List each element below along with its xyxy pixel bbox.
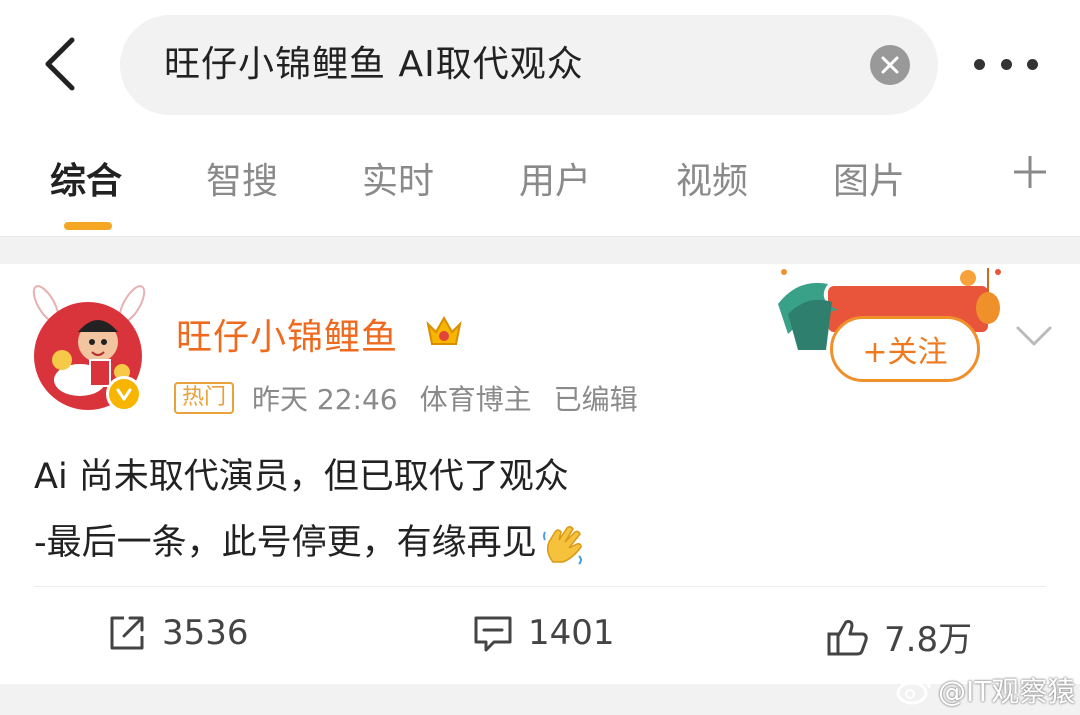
- hot-badge: 热门: [174, 382, 235, 414]
- tab-images[interactable]: 图片: [833, 152, 905, 204]
- more-options-button[interactable]: [974, 44, 1038, 84]
- chevron-down-icon[interactable]: [1012, 314, 1056, 358]
- verified-badge-icon: [106, 376, 142, 412]
- weibo-logo-icon: [896, 677, 931, 705]
- section-divider: [0, 236, 1080, 264]
- share-icon: [110, 616, 144, 650]
- card-divider: [34, 586, 1046, 587]
- dot-icon: [974, 58, 985, 70]
- add-tab-icon[interactable]: [1006, 148, 1054, 196]
- clear-search-button[interactable]: [870, 45, 910, 85]
- like-count: 7.8万: [884, 620, 973, 660]
- post-card: 旺仔小锦鲤鱼 热门 昨天 22:46 体育博主 已编辑 +关注 Ai 尚未取代演…: [0, 264, 1080, 684]
- edited-label: 已编辑: [553, 383, 638, 416]
- comment-icon: [474, 616, 512, 652]
- user-role: 体育博主: [419, 383, 532, 416]
- close-icon: [881, 56, 899, 74]
- watermark-text: @IT观察猿: [938, 675, 1076, 708]
- waving-hand-icon: [542, 525, 582, 565]
- top-bar: 旺仔小锦鲤鱼 AI取代观众: [0, 0, 1080, 130]
- post-line: Ai 尚未取代演员，但已取代了观众: [34, 457, 569, 497]
- crown-icon: [426, 315, 462, 345]
- repost-count: 3536: [162, 613, 249, 653]
- comment-button[interactable]: 1401: [472, 612, 615, 654]
- dot-icon: [1000, 58, 1012, 70]
- search-query: 旺仔小锦鲤鱼 AI取代观众: [164, 44, 584, 85]
- avatar[interactable]: [24, 284, 154, 414]
- repost-button[interactable]: 3536: [106, 612, 249, 654]
- post-time: 昨天 22:46: [252, 383, 398, 416]
- search-tabs: 综合 智搜 实时 用户 视频 图片: [0, 140, 1080, 236]
- tab-smart-search[interactable]: 智搜: [206, 152, 278, 204]
- tab-realtime[interactable]: 实时: [362, 152, 434, 204]
- post-actions: 3536 1401 7.8万: [0, 594, 1080, 674]
- thumbs-up-icon: [827, 619, 868, 655]
- tab-users[interactable]: 用户: [519, 152, 591, 204]
- username[interactable]: 旺仔小锦鲤鱼: [176, 308, 398, 360]
- active-tab-indicator: [64, 222, 112, 230]
- tab-videos[interactable]: 视频: [676, 152, 748, 204]
- post-content[interactable]: Ai 尚未取代演员，但已取代了观众 -最后一条，此号停更，有缘再见: [34, 444, 1044, 576]
- follow-button[interactable]: +关注: [830, 316, 980, 382]
- tab-comprehensive[interactable]: 综合: [50, 152, 122, 204]
- chevron-left-icon: [45, 37, 75, 91]
- post-line-wrap: -最后一条，此号停更，有缘再见: [34, 510, 1044, 576]
- watermark: @IT观察猿: [896, 670, 1075, 710]
- like-button[interactable]: 7.8万: [826, 612, 972, 661]
- post-line: -最后一条，此号停更，有缘再见: [34, 523, 537, 563]
- dot-icon: [1027, 58, 1038, 70]
- search-input[interactable]: 旺仔小锦鲤鱼 AI取代观众: [120, 15, 938, 115]
- comment-count: 1401: [528, 613, 615, 653]
- post-meta: 热门 昨天 22:46 体育博主 已编辑: [174, 378, 660, 418]
- back-button[interactable]: [36, 36, 84, 92]
